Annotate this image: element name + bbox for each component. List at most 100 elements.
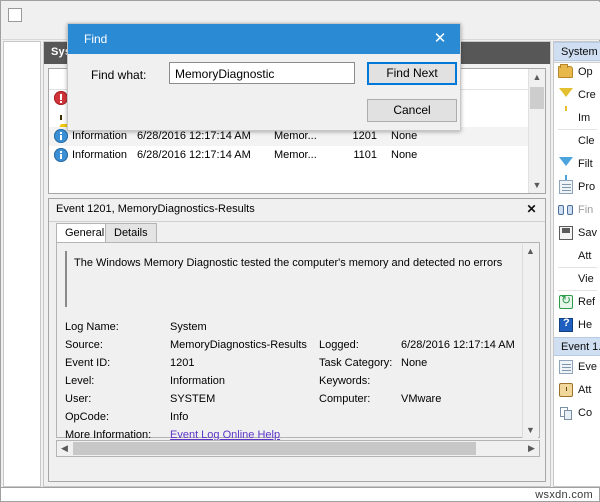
open-folder-icon (558, 64, 574, 80)
action-label: Att (578, 250, 591, 262)
cell-event-id: 1201 (347, 130, 377, 142)
property-label: Event ID: (65, 357, 110, 369)
cancel-button[interactable]: Cancel (367, 99, 457, 122)
cell-level: Information (72, 130, 127, 142)
action-item-2[interactable]: Im (554, 107, 600, 130)
property-label: Log Name: (65, 321, 119, 333)
action-label: Op (578, 66, 593, 78)
toolbar-icon[interactable] (8, 8, 22, 22)
cell-source: Memor... (274, 149, 317, 161)
property-label-right: Keywords: (319, 375, 370, 387)
find-dialog: Find ✕ Find what: MemoryDiagnostic Find … (67, 23, 461, 131)
action-item-10[interactable]: Ref (554, 291, 600, 314)
bottom-strip: wsxdn.com (0, 488, 600, 502)
information-icon (54, 148, 68, 162)
property-label-right: Logged: (319, 339, 359, 351)
event-list-scrollbar[interactable]: ▲ ▼ (528, 69, 545, 193)
mmc-window-frame: ices Lo Syst Lev EWarning6/28/2016 12:17… (0, 0, 600, 488)
event-message-text: The Windows Memory Diagnostic tested the… (74, 257, 502, 269)
action-label: Pro (578, 181, 595, 193)
event-action-item-1[interactable]: Att (554, 379, 600, 402)
find-icon (558, 202, 574, 218)
help-icon (558, 317, 574, 333)
details-horizontal-scrollbar[interactable]: ◀ ▶ (56, 440, 540, 457)
action-label: Filt (578, 158, 593, 170)
action-item-5[interactable]: Pro (554, 176, 600, 199)
create-filter-icon (558, 87, 574, 103)
action-item-9[interactable]: Vie (554, 268, 600, 291)
action-item-8[interactable]: Att (554, 245, 600, 268)
action-item-7[interactable]: Sav (554, 222, 600, 245)
icon-placeholder (558, 248, 574, 264)
event-properties-icon (558, 359, 574, 375)
refresh-icon (558, 294, 574, 310)
property-value: MemoryDiagnostics-Results (170, 339, 307, 351)
action-item-4[interactable]: Filt (554, 153, 600, 176)
tab-details[interactable]: Details (105, 223, 157, 242)
property-label-right: Task Category: (319, 357, 392, 369)
scroll-up-icon[interactable]: ▲ (529, 69, 545, 85)
property-row: Event ID:1201Task Category:None (65, 357, 520, 375)
action-label: Eve (578, 361, 597, 373)
scroll-left-icon[interactable]: ◀ (57, 441, 72, 456)
actions-pane: Actions SystemOpCreImCleFiltProFinSavAtt… (553, 41, 600, 487)
scrollbar-thumb[interactable] (530, 87, 544, 109)
section-title: System (561, 46, 598, 58)
scroll-right-icon[interactable]: ▶ (524, 441, 539, 456)
property-row: User:SYSTEMComputer:VMware (65, 393, 520, 411)
property-label: User: (65, 393, 91, 405)
scroll-down-icon[interactable]: ▼ (523, 423, 538, 438)
section-title: Event 1. (561, 341, 600, 353)
actions-section-event: Event 1. (554, 337, 600, 356)
find-dialog-titlebar: Find ✕ (68, 24, 460, 54)
action-label: Fin (578, 204, 593, 216)
details-scrollbar[interactable]: ▲ ▼ (522, 244, 538, 438)
find-what-value: MemoryDiagnostic (175, 67, 274, 81)
scroll-up-icon[interactable]: ▲ (523, 244, 538, 259)
filter-icon (558, 156, 574, 172)
property-value: Information (170, 375, 225, 387)
action-item-0[interactable]: Op (554, 61, 600, 84)
find-dialog-title: Find (84, 32, 107, 46)
event-details-header: Event 1201, MemoryDiagnostics-Results ✕ (49, 199, 545, 222)
action-label: Ref (578, 296, 595, 308)
close-icon[interactable]: ✕ (524, 202, 539, 217)
cell-datetime: 6/28/2016 12:17:14 AM (137, 130, 251, 142)
actions-section-system: System (554, 42, 600, 61)
cell-level: Information (72, 149, 127, 161)
table-row[interactable]: Information 6/28/2016 12:17:14 AM Memor...… (49, 146, 530, 165)
cell-task-category: None (391, 130, 417, 142)
event-details-title: Event 1201, MemoryDiagnostics-Results (56, 203, 255, 215)
find-next-button[interactable]: Find Next (367, 62, 457, 85)
cell-event-id: 1101 (347, 149, 377, 161)
console-tree-pane[interactable]: ices Lo (3, 41, 41, 487)
property-value: Info (170, 411, 188, 423)
action-label: He (578, 319, 592, 331)
action-item-11[interactable]: He (554, 314, 600, 337)
property-row: Log Name:System (65, 321, 520, 339)
property-row: Level: Information Keywords: (65, 375, 520, 393)
details-body: The Windows Memory Diagnostic tested the… (56, 242, 540, 438)
property-label: Source: (65, 339, 103, 351)
find-what-input[interactable]: MemoryDiagnostic (169, 62, 355, 84)
save-icon (558, 225, 574, 241)
action-item-3[interactable]: Cle (554, 130, 600, 153)
cell-task-category: None (391, 149, 417, 161)
action-item-1[interactable]: Cre (554, 84, 600, 107)
property-label: Level: (65, 375, 94, 387)
tree-item-services-logs[interactable]: ices Lo (3, 205, 41, 217)
cell-datetime: 6/28/2016 12:17:14 AM (137, 149, 251, 161)
scroll-down-icon[interactable]: ▼ (529, 177, 545, 193)
property-value-right: 6/28/2016 12:17:14 AM (401, 339, 515, 351)
event-viewer-window: ices Lo Syst Lev EWarning6/28/2016 12:17… (0, 0, 600, 502)
icon-placeholder (558, 110, 574, 126)
hscrollbar-thumb[interactable] (73, 442, 476, 455)
watermark: wsxdn.com (535, 489, 593, 501)
event-details-pane: Event 1201, MemoryDiagnostics-Results ✕ … (48, 198, 546, 482)
property-value: 1201 (170, 357, 194, 369)
event-action-item-2[interactable]: Co (554, 402, 600, 425)
property-row: OpCode:Info (65, 411, 520, 429)
property-value: SYSTEM (170, 393, 215, 405)
event-action-item-0[interactable]: Eve (554, 356, 600, 379)
close-icon[interactable]: ✕ (420, 24, 460, 54)
